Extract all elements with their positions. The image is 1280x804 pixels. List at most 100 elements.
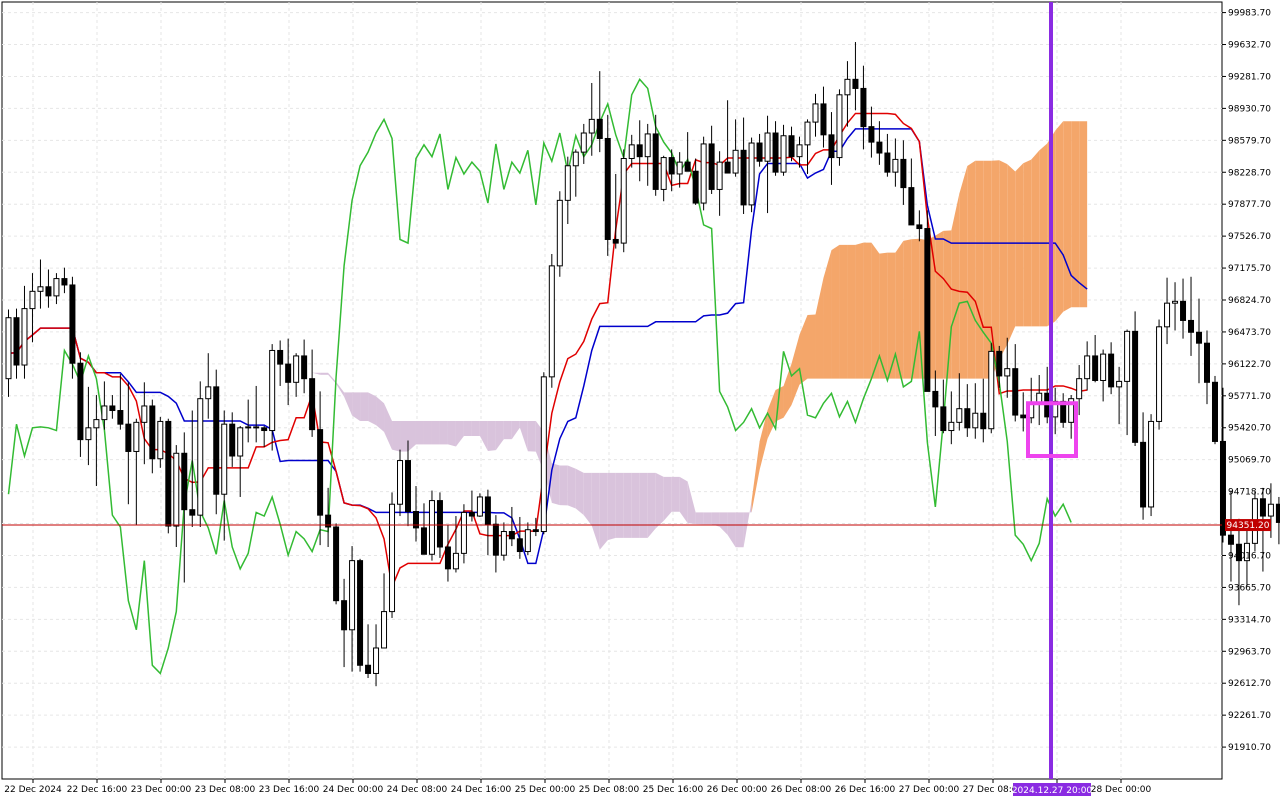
kumo-bearish-segment bbox=[440, 421, 448, 444]
bear-candle bbox=[126, 424, 131, 451]
bull-candle bbox=[30, 291, 35, 308]
kumo-bullish-segment bbox=[959, 166, 967, 379]
kumo-bearish-segment bbox=[608, 473, 616, 540]
bear-candle bbox=[829, 135, 834, 158]
bear-candle bbox=[853, 79, 858, 88]
bear-candle bbox=[1189, 320, 1194, 332]
price-tick-label: 96824.70 bbox=[1228, 296, 1271, 306]
kumo-bullish-segment bbox=[1063, 121, 1071, 312]
bull-candle bbox=[429, 501, 434, 555]
bull-candle bbox=[557, 200, 562, 266]
time-tick-label: 27 Dec 00:00 bbox=[899, 785, 960, 795]
bear-candle bbox=[366, 665, 371, 673]
kumo-bearish-segment bbox=[320, 373, 328, 375]
kumo-bearish-segment bbox=[576, 469, 584, 515]
bull-candle bbox=[461, 512, 466, 553]
bull-candle bbox=[1101, 354, 1106, 380]
bear-candle bbox=[509, 532, 514, 539]
kumo-bullish-segment bbox=[855, 243, 863, 379]
bull-candle bbox=[749, 143, 754, 205]
bear-candle bbox=[286, 364, 291, 382]
bull-candle bbox=[845, 79, 850, 94]
bull-candle bbox=[350, 561, 355, 630]
bull-candle bbox=[957, 409, 962, 423]
bear-candle bbox=[685, 162, 690, 171]
bear-candle bbox=[877, 142, 882, 153]
time-tick-label: 23 Dec 00:00 bbox=[131, 785, 192, 795]
kumo-bullish-segment bbox=[967, 161, 975, 379]
price-tick-label: 97175.70 bbox=[1228, 264, 1271, 274]
bull-candle bbox=[222, 424, 227, 494]
kumo-bullish-segment bbox=[975, 161, 983, 379]
price-tick-label: 97877.70 bbox=[1228, 200, 1271, 210]
price-tick-label: 98930.70 bbox=[1228, 104, 1271, 114]
bear-candle bbox=[861, 88, 866, 126]
kumo-bullish-segment bbox=[903, 239, 911, 378]
bear-candle bbox=[14, 318, 19, 365]
bull-candle bbox=[294, 356, 299, 382]
bear-candle bbox=[1109, 354, 1114, 387]
bull-candle bbox=[645, 134, 650, 157]
bull-candle bbox=[973, 413, 978, 428]
bull-candle bbox=[94, 420, 99, 428]
kumo-bearish-segment bbox=[432, 421, 440, 444]
price-tick-label: 94718.70 bbox=[1228, 488, 1271, 498]
kumo-bearish-segment bbox=[472, 421, 480, 436]
bear-candle bbox=[1205, 343, 1210, 382]
bear-candle bbox=[517, 539, 522, 552]
bull-candle bbox=[621, 158, 626, 243]
price-chart[interactable]: 99983.7099632.7099281.7098930.7098579.70… bbox=[0, 0, 1280, 800]
bear-candle bbox=[1276, 504, 1280, 522]
bear-candle bbox=[605, 138, 610, 239]
kumo-bearish-segment bbox=[672, 477, 680, 512]
kumo-bearish-segment bbox=[488, 421, 496, 451]
bear-candle bbox=[693, 171, 698, 203]
bull-candle bbox=[797, 145, 802, 157]
kumo-bullish-segment bbox=[1007, 164, 1015, 344]
price-tick-label: 94016.70 bbox=[1228, 551, 1271, 561]
bear-candle bbox=[637, 145, 642, 157]
kumo-bullish-segment bbox=[1015, 163, 1023, 326]
kumo-bearish-segment bbox=[600, 473, 608, 550]
current-price-label: 94351.20 bbox=[1227, 521, 1270, 531]
bear-candle bbox=[302, 356, 307, 379]
bear-candle bbox=[46, 287, 51, 296]
time-tick-label: 28 Dec 00:00 bbox=[1091, 785, 1152, 795]
time-tick-label: 23 Dec 08:00 bbox=[195, 785, 256, 795]
time-tick-label: 25 Dec 16:00 bbox=[643, 785, 704, 795]
kumo-bearish-segment bbox=[360, 392, 368, 421]
kumo-bearish-segment bbox=[696, 512, 704, 524]
bear-candle bbox=[1133, 331, 1138, 442]
bull-candle bbox=[549, 266, 554, 377]
bear-candle bbox=[597, 119, 602, 138]
kumo-bullish-segment bbox=[1055, 121, 1063, 321]
bull-candle bbox=[1165, 303, 1170, 327]
kumo-bullish-segment bbox=[983, 161, 991, 379]
bear-candle bbox=[965, 409, 970, 428]
bear-candle bbox=[334, 527, 339, 601]
bear-candle bbox=[1181, 301, 1186, 320]
price-tick-label: 96473.70 bbox=[1228, 328, 1271, 338]
price-tick-label: 92963.70 bbox=[1228, 647, 1271, 657]
bull-candle bbox=[501, 532, 506, 556]
bull-candle bbox=[86, 428, 91, 440]
bear-candle bbox=[190, 510, 195, 515]
kumo-bearish-segment bbox=[640, 473, 648, 538]
bull-candle bbox=[158, 421, 163, 458]
kumo-bearish-segment bbox=[568, 466, 576, 509]
bear-candle bbox=[789, 136, 794, 157]
kumo-bullish-segment bbox=[1039, 143, 1047, 326]
bear-candle bbox=[318, 430, 323, 516]
bear-candle bbox=[469, 512, 474, 516]
bull-candle bbox=[629, 145, 634, 159]
bull-candle bbox=[813, 104, 818, 122]
kumo-bearish-segment bbox=[368, 392, 376, 425]
bull-candle bbox=[390, 504, 395, 611]
bear-candle bbox=[653, 134, 658, 190]
price-tick-label: 99632.70 bbox=[1228, 41, 1271, 51]
bull-candle bbox=[733, 150, 738, 173]
price-tick-label: 95420.70 bbox=[1228, 424, 1271, 434]
bear-candle bbox=[262, 428, 267, 431]
kumo-bearish-segment bbox=[704, 512, 712, 524]
kumo-bearish-segment bbox=[624, 473, 632, 538]
